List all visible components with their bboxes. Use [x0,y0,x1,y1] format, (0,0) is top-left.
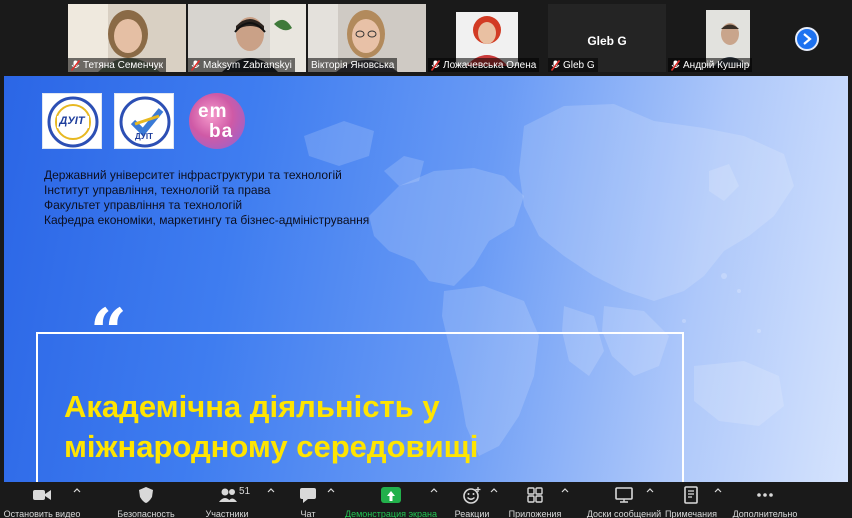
security-label: Безопасность [117,509,175,518]
share-screen-label: Демонстрация экрана [345,509,437,518]
apps-icon [525,486,545,504]
shared-screen-slide: ДУІТ ДУІТ em ba Державний університет ін… [4,76,848,482]
notes-label: Примечания [665,509,717,518]
participants-options-caret[interactable] [266,486,276,496]
participant-tile[interactable]: Maksym Zabranskyi [188,4,306,72]
participants-label: Участники [205,509,249,518]
chevron-up-icon [561,488,569,493]
emba-logo: em ba [189,93,245,149]
video-camera-icon [32,486,52,504]
zoom-meeting-window: Тетяна Семенчук Maksym Zabranskyi Віктор… [0,0,852,518]
chevron-up-icon [73,488,81,493]
participant-display-name: Gleb G [587,34,627,48]
smiley-icon [462,486,482,504]
chevron-right-icon [803,33,812,45]
whiteboard-icon [614,486,634,504]
institution-line: Інститут управління, технологій та права [44,183,271,197]
participant-name-bar: Gleb G [548,58,598,72]
muted-mic-icon [191,59,200,71]
chevron-up-icon [646,488,654,493]
stop-video-button[interactable]: Остановить видео [2,484,82,518]
whiteboards-label: Доски сообщений [586,509,662,518]
participant-name: Gleb G [563,59,595,71]
share-options-caret[interactable] [429,486,439,496]
participant-name: Андрій Кушнір [683,59,750,71]
institution-line: Державний університет інфраструктури та … [44,168,342,182]
share-screen-button[interactable]: Демонстрация экрана [344,484,438,518]
participant-name-bar: Андрій Кушнір [668,58,753,72]
institution-block: Державний університет інфраструктури та … [44,168,369,228]
participant-tile[interactable]: Gleb G Gleb G [548,4,666,72]
slide-title-line: міжнародному середовищі [64,429,479,464]
shield-icon [136,486,156,504]
chevron-up-icon [714,488,722,493]
next-page-button[interactable] [795,27,819,51]
muted-mic-icon [551,59,560,71]
share-screen-icon [381,487,401,503]
faculty-logo: ДУІТ [114,93,174,149]
apps-label: Приложения [508,509,562,518]
reactions-options-caret[interactable] [489,486,499,496]
participant-tile[interactable]: Ложачевська Олена [428,4,546,72]
notes-options-caret[interactable] [713,486,723,496]
slide-title-line: Академічна діяльність у [64,389,440,424]
participant-tile[interactable]: Андрій Кушнір [668,4,786,72]
participant-name: Ложачевська Олена [443,59,537,71]
meeting-toolbar: Остановить видео Безопасность Участники … [0,482,852,518]
participant-name: Тетяна Семенчук [83,59,163,71]
more-label: Дополнительно [732,509,798,518]
participants-icon [218,486,238,504]
university-logo: ДУІТ [42,93,102,149]
chevron-up-icon [490,488,498,493]
muted-mic-icon [71,59,80,71]
chat-label: Чат [300,509,316,518]
chevron-up-icon [430,488,438,493]
university-logo-text: ДУІТ [59,115,85,127]
participants-count: 51 [239,486,251,497]
emba-logo-top: em [198,101,228,122]
chat-button[interactable]: Чат [288,484,328,518]
participant-name: Вікторія Яновська [311,59,395,71]
participant-strip: Тетяна Семенчук Maksym Zabranskyi Віктор… [0,0,852,76]
institution-line: Кафедра економіки, маркетингу та бізнес-… [44,213,370,227]
stop-video-label: Остановить видео [3,509,81,518]
apps-button[interactable]: Приложения [506,484,564,518]
reactions-label: Реакции [454,509,490,518]
security-button[interactable]: Безопасность [108,484,184,518]
muted-mic-icon [431,59,440,71]
video-options-caret[interactable] [72,486,82,496]
emba-logo-bottom: ba [209,121,234,142]
quote-mark: “ [90,295,127,370]
whiteboards-options-caret[interactable] [645,486,655,496]
chat-options-caret[interactable] [326,486,336,496]
participant-name-bar: Вікторія Яновська [308,58,398,72]
institution-line: Факультет управління та технологій [44,198,243,212]
participant-name-bar: Тетяна Семенчук [68,58,166,72]
faculty-logo-text: ДУІТ [135,132,153,141]
participant-name-bar: Maksym Zabranskyi [188,58,295,72]
participant-name: Maksym Zabranskyi [203,59,292,71]
more-button[interactable]: Дополнительно [730,484,800,518]
notes-icon [681,486,701,504]
more-dots-icon [755,486,775,504]
whiteboards-button[interactable]: Доски сообщений [574,484,674,518]
chevron-up-icon [327,488,335,493]
reactions-button[interactable]: Реакции [450,484,494,518]
apps-options-caret[interactable] [560,486,570,496]
participant-tile[interactable]: Тетяна Семенчук [68,4,186,72]
chat-icon [298,486,318,504]
chevron-up-icon [267,488,275,493]
participant-name-bar: Ложачевська Олена [428,58,540,72]
muted-mic-icon [671,59,680,71]
slide-title: Академічна діяльність у міжнародному сер… [64,387,478,467]
participant-tile-active-speaker[interactable]: Вікторія Яновська [308,4,426,72]
